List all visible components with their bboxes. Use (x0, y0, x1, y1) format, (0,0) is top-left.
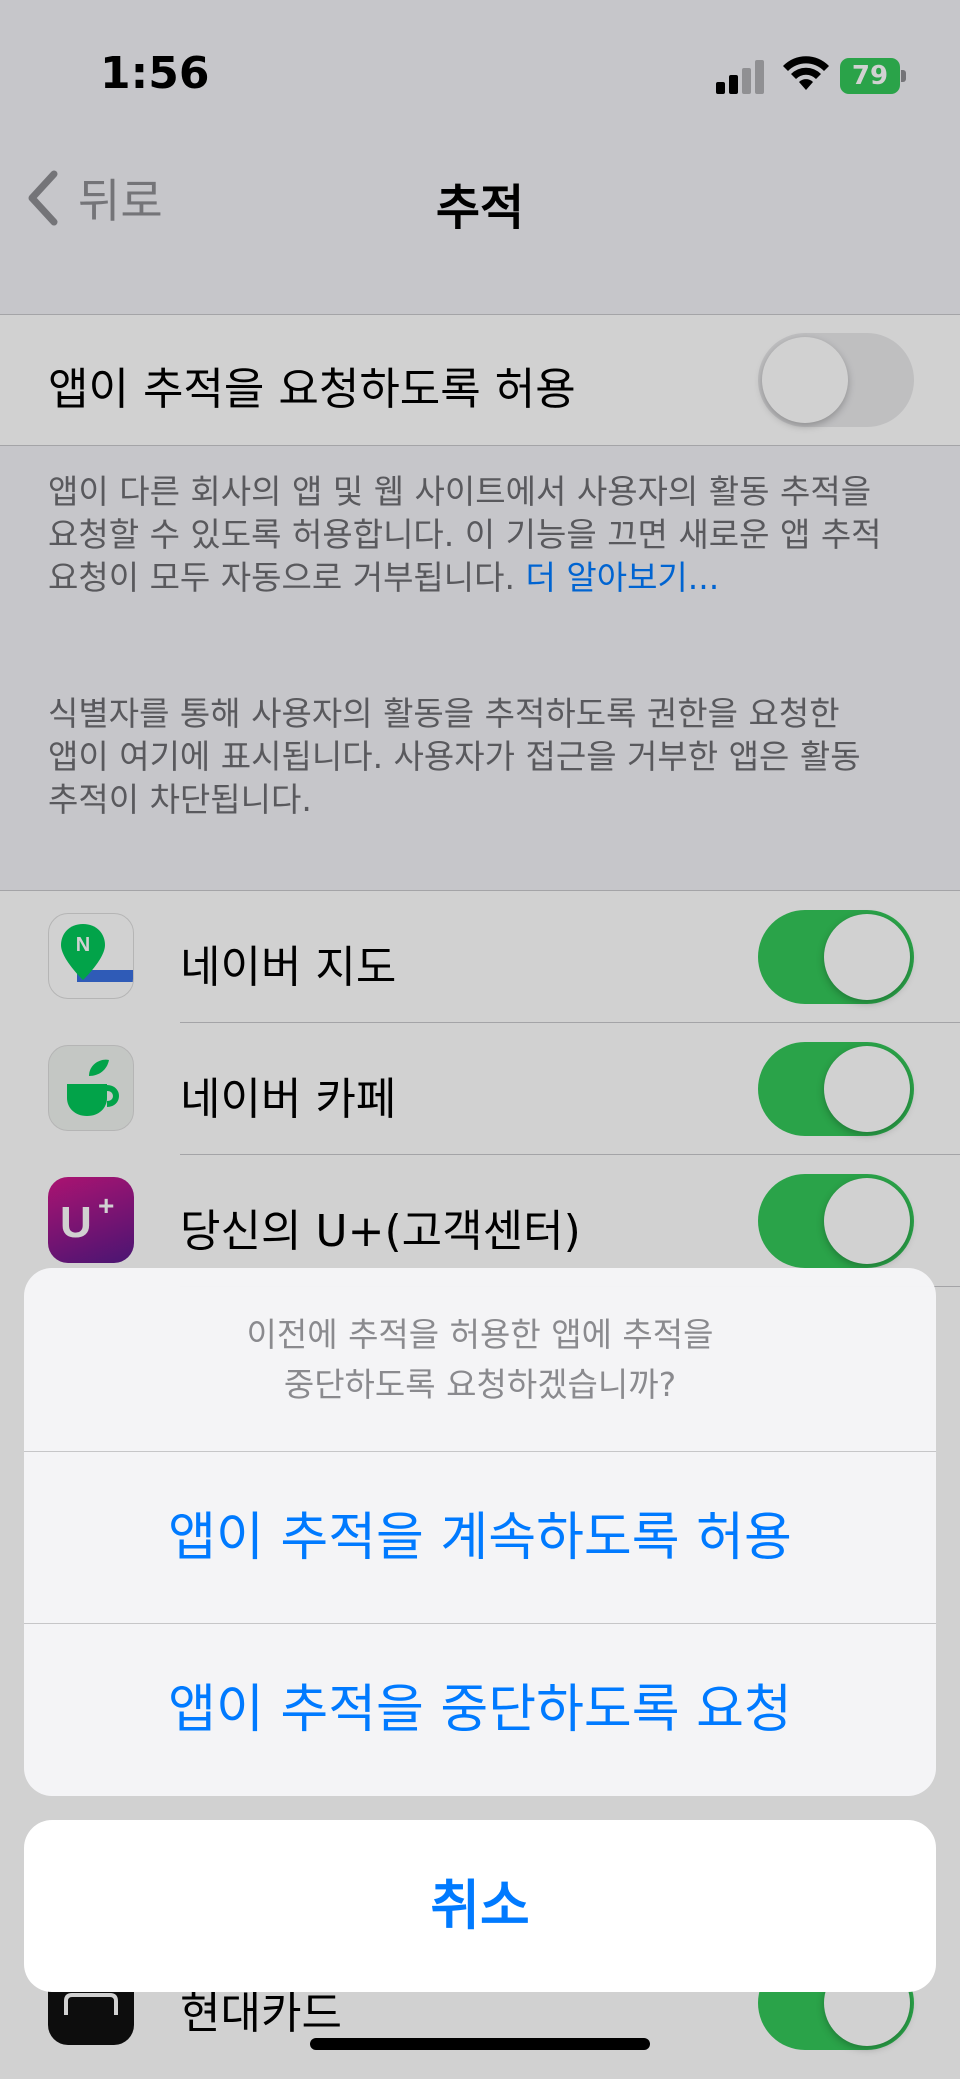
home-indicator[interactable] (310, 2038, 650, 2050)
action-sheet-message: 이전에 추적을 허용한 앱에 추적을 중단하도록 요청하겠습니까? (24, 1268, 936, 1452)
ask-stop-tracking-button[interactable]: 앱이 추적을 중단하도록 요청 (24, 1624, 936, 1796)
allow-continue-tracking-button[interactable]: 앱이 추적을 계속하도록 허용 (24, 1452, 936, 1624)
action-sheet: 이전에 추적을 허용한 앱에 추적을 중단하도록 요청하겠습니까? 앱이 추적을… (24, 1268, 936, 1796)
cancel-button[interactable]: 취소 (24, 1820, 936, 1992)
settings-screen: 1:56 79 뒤로 추적 앱이 추적을 요청하도록 허용 앱이 다른 회사의 … (0, 0, 960, 2079)
